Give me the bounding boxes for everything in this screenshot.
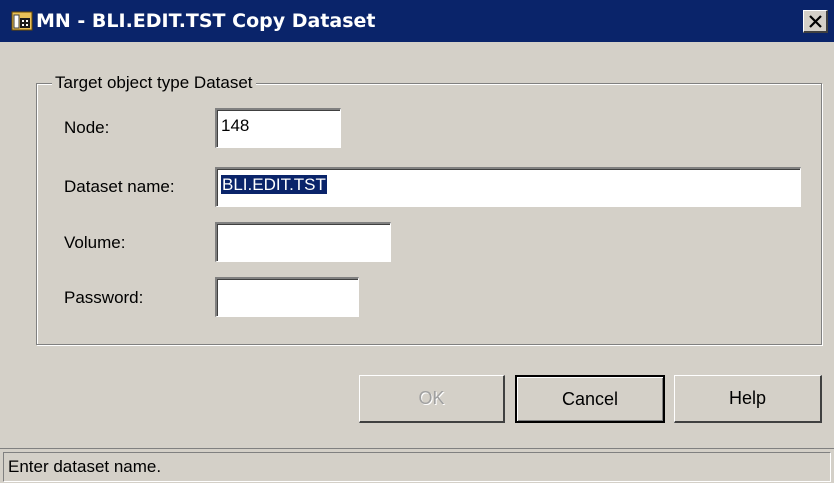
title-bar[interactable]: MN - BLI.EDIT.TST Copy Dataset — [0, 0, 834, 42]
target-object-groupbox — [36, 83, 822, 345]
cancel-button[interactable]: Cancel — [515, 375, 665, 423]
volume-field[interactable] — [215, 222, 391, 262]
copy-dataset-dialog: MN - BLI.EDIT.TST Copy Dataset Target ob… — [0, 0, 834, 483]
close-button[interactable] — [803, 10, 828, 33]
window-title: MN - BLI.EDIT.TST Copy Dataset — [36, 10, 376, 32]
volume-label: Volume: — [64, 233, 126, 252]
node-label: Node: — [64, 118, 110, 137]
dataset-name-field[interactable]: BLI.EDIT.TST — [215, 167, 801, 207]
help-button[interactable]: Help — [674, 375, 822, 423]
dataset-name-value: BLI.EDIT.TST — [221, 175, 327, 194]
dataset-name-label: Dataset name: — [64, 177, 175, 196]
password-field[interactable] — [215, 277, 359, 317]
status-text: Enter dataset name. — [3, 452, 831, 482]
group-legend: Target object type Dataset — [52, 72, 256, 94]
ok-button[interactable]: OK — [359, 375, 505, 423]
close-icon — [809, 15, 822, 28]
dataset-window-icon — [11, 11, 33, 31]
node-value: 148 — [221, 116, 250, 135]
status-bar: Enter dataset name. — [0, 448, 834, 483]
node-field[interactable]: 148 — [215, 108, 341, 148]
password-label: Password: — [64, 288, 144, 307]
